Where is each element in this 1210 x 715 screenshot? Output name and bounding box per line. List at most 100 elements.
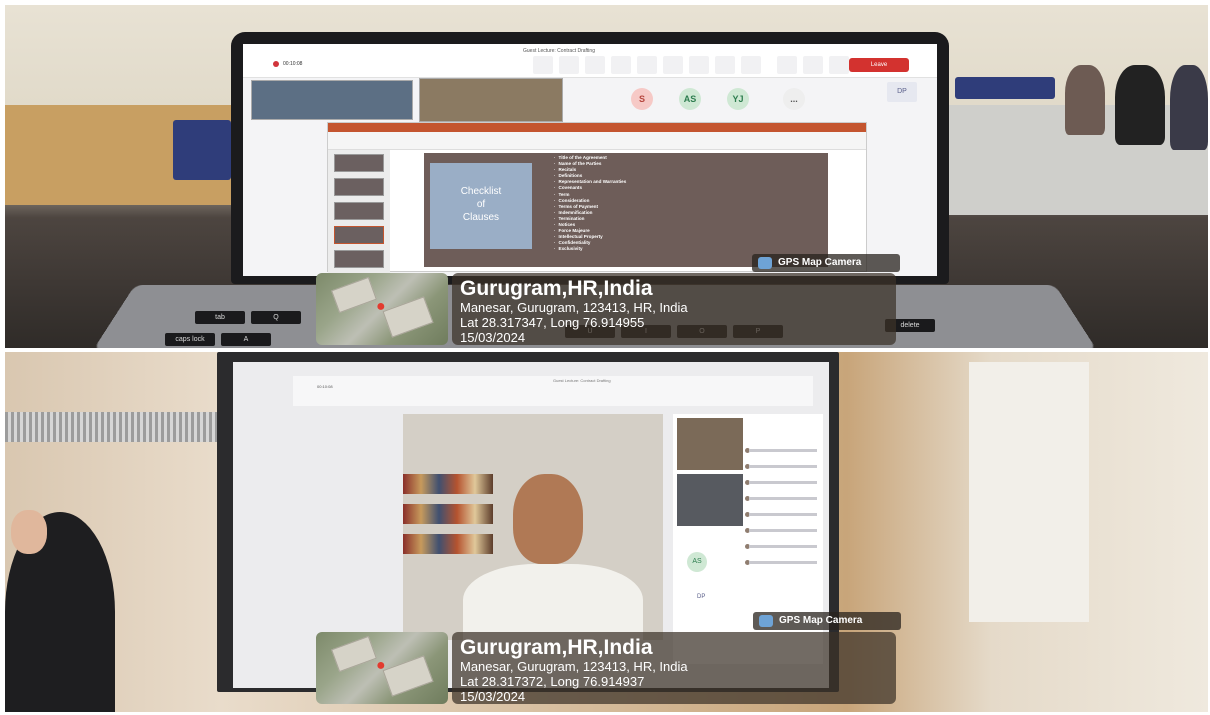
participant-row[interactable] [749, 465, 817, 468]
gps-coordinates: Lat 28.317372, Long 76.914937 [460, 674, 645, 689]
slide-thumbnails [328, 150, 390, 273]
speaker-video [403, 414, 663, 640]
video-tile-speaker [419, 78, 563, 122]
projected-timer: 00:10:08 [317, 384, 333, 389]
participant-avatar[interactable]: AS [687, 552, 707, 572]
gps-date: 15/03/2024 [460, 689, 526, 704]
bookshelf [403, 504, 493, 524]
slide-heading-box: Checklist of Clauses [430, 163, 532, 249]
gps-info-panel: Gurugram,HR,India Manesar, Gurugram, 123… [452, 632, 896, 704]
participant-row[interactable] [749, 449, 817, 452]
map-building [331, 635, 377, 673]
powerpoint-window: Checklist of Clauses Title of the Agreem… [327, 122, 867, 273]
clause-list: Title of the Agreement Name of the Parti… [554, 155, 627, 253]
laptop: 00:10:08 Guest Lecture: Contract Draftin… [231, 32, 949, 284]
key: Q [251, 311, 301, 324]
presenter-face [11, 510, 47, 554]
slide-thumbnail[interactable] [334, 154, 384, 172]
student [1170, 65, 1208, 150]
pop-out-button[interactable] [533, 56, 553, 74]
more-button[interactable] [741, 56, 761, 74]
gps-overlay: ● Gurugram,HR,India Manesar, Gurugram, 1… [316, 273, 896, 345]
share-button[interactable] [829, 56, 849, 74]
participant-row[interactable] [749, 513, 817, 516]
slide-thumbnail-selected[interactable] [334, 226, 384, 244]
gps-camera-icon [758, 257, 772, 269]
slide-thumbnail[interactable] [334, 178, 384, 196]
apps-button[interactable] [715, 56, 735, 74]
meeting-timer: 00:10:08 [283, 61, 303, 67]
gps-city: Gurugram,HR,India [460, 277, 653, 300]
view-all-participants[interactable]: ... [783, 88, 805, 110]
participant-row[interactable] [749, 561, 817, 564]
gps-address: Manesar, Gurugram, 123413, HR, India [460, 659, 688, 674]
student [1065, 65, 1105, 135]
key: tab [195, 311, 245, 324]
chair [173, 120, 231, 180]
location-pin-icon: ● [376, 298, 386, 315]
gps-badge-label: GPS Map Camera [779, 615, 863, 626]
student [1115, 65, 1165, 145]
gps-badge-label: GPS Map Camera [778, 257, 862, 268]
camera-button[interactable] [777, 56, 797, 74]
participant-row[interactable] [749, 545, 817, 548]
ceiling-vent [5, 412, 220, 442]
gps-camera-icon [759, 615, 773, 627]
gps-camera-badge: GPS Map Camera [753, 612, 901, 630]
slide-heading: Checklist of Clauses [460, 186, 502, 223]
gps-camera-badge: GPS Map Camera [752, 254, 900, 272]
participant-video-tile [677, 418, 743, 470]
meeting-toolbar: 00:10:08 Guest Lecture: Contract Draftin… [243, 44, 937, 78]
rooms-button[interactable] [689, 56, 709, 74]
projected-meeting-title: Guest Lecture: Contract Drafting [553, 378, 611, 383]
people-button[interactable] [585, 56, 605, 74]
mic-button[interactable] [803, 56, 823, 74]
slide-thumbnail[interactable] [334, 250, 384, 268]
map-building [382, 655, 434, 697]
map-building [382, 296, 434, 338]
participant-row[interactable] [749, 529, 817, 532]
current-slide: Checklist of Clauses Title of the Agreem… [424, 153, 828, 267]
keyboard-row: caps lock A [165, 333, 271, 346]
self-view-chip: DP [697, 594, 706, 600]
key: A [221, 333, 271, 346]
participant-row[interactable] [749, 481, 817, 484]
bookshelf [403, 534, 493, 554]
gps-address: Manesar, Gurugram, 123413, HR, India [460, 300, 688, 315]
gps-satellite-map: ● [316, 273, 448, 345]
participant-avatar[interactable]: S [631, 88, 653, 110]
gps-overlay: ● Gurugram,HR,India Manesar, Gurugram, 1… [316, 632, 896, 704]
location-pin-icon: ● [376, 657, 386, 674]
gps-city: Gurugram,HR,India [460, 636, 653, 659]
participant-video-tile [677, 474, 743, 526]
video-tile-classroom [251, 80, 413, 120]
gps-info-panel: Gurugram,HR,India Manesar, Gurugram, 123… [452, 273, 896, 345]
leave-button[interactable]: Leave [849, 58, 909, 72]
raise-button[interactable] [611, 56, 631, 74]
projector-screen-photo: Guest Lecture: Contract Drafting 00:10:0… [5, 352, 1208, 712]
classroom-laptop-photo: 00:10:08 Guest Lecture: Contract Draftin… [5, 5, 1208, 348]
view-button[interactable] [663, 56, 683, 74]
projected-toolbar: Guest Lecture: Contract Drafting 00:10:0… [293, 376, 813, 406]
gps-date: 15/03/2024 [460, 330, 526, 345]
clause-item: Exclusivity [554, 246, 626, 252]
speaker-body [463, 564, 643, 640]
participant-row[interactable] [749, 497, 817, 500]
ppt-title-bar [328, 123, 866, 132]
key: caps lock [165, 333, 215, 346]
keyboard-row: tab Q [195, 311, 301, 324]
gps-satellite-map: ● [316, 632, 448, 704]
react-button[interactable] [637, 56, 657, 74]
self-view-chip: DP [887, 82, 917, 102]
participant-avatar[interactable]: YJ [727, 88, 749, 110]
map-building [331, 276, 377, 314]
bookshelf [403, 474, 493, 494]
gps-coordinates: Lat 28.317347, Long 76.914955 [460, 315, 645, 330]
meeting-title: Guest Lecture: Contract Drafting [523, 48, 595, 54]
wall-pillar [969, 362, 1089, 622]
participant-avatar[interactable]: AS [679, 88, 701, 110]
chat-button[interactable] [559, 56, 579, 74]
slide-thumbnail[interactable] [334, 202, 384, 220]
laptop-screen: 00:10:08 Guest Lecture: Contract Draftin… [243, 44, 937, 276]
recording-dot-icon [273, 61, 279, 67]
